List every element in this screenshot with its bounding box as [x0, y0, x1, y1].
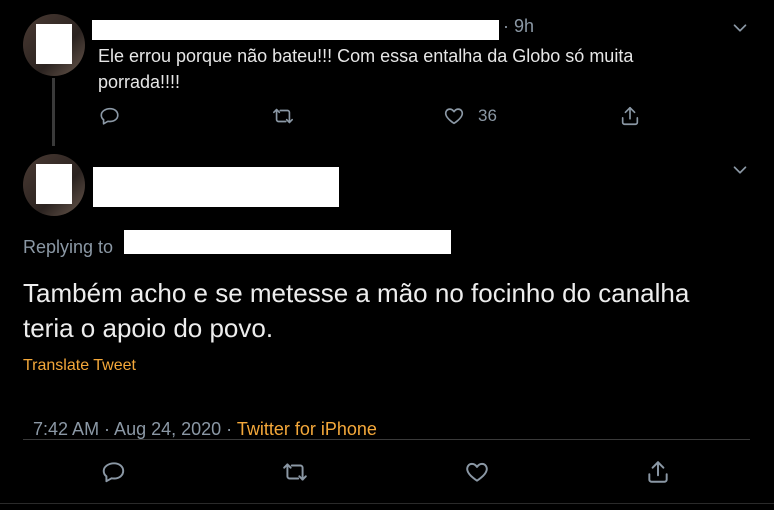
reply-icon: [102, 462, 125, 483]
heart-icon: [444, 108, 464, 125]
thread-line: [52, 78, 55, 146]
divider: [23, 439, 750, 440]
retweet-button[interactable]: [282, 459, 308, 485]
main-tweet-text-line-2: teria o apoio do povo.: [23, 313, 274, 343]
more-options-button[interactable]: [728, 16, 752, 40]
tweet-time-value: 9h: [514, 16, 535, 36]
redacted-avatar-block: [36, 164, 72, 204]
reply-tweet-text-line-1: Ele errou porque não bateu!!! Com essa e…: [98, 46, 634, 66]
redacted-replying-to-handle[interactable]: [124, 230, 451, 254]
retweet-icon: [273, 108, 293, 124]
tweet-source-link[interactable]: Twitter for iPhone: [237, 419, 377, 439]
redacted-avatar-block: [36, 24, 72, 64]
divider: [0, 503, 774, 504]
main-tweet-text-line-1: Também acho e se metesse a mão no focinh…: [23, 278, 690, 308]
share-icon: [621, 106, 639, 126]
reply-tweet-text: Ele errou porque não bateu!!! Com essa e…: [98, 43, 633, 95]
main-tweet-text: Também acho e se metesse a mão no focinh…: [23, 276, 689, 346]
tweet-meta: 7:42 AM · Aug 24, 2020 · Twitter for iPh…: [23, 398, 377, 440]
reply-button[interactable]: [98, 104, 122, 128]
reply-button[interactable]: [101, 459, 127, 485]
reply-icon: [100, 107, 119, 125]
like-count: 36: [478, 106, 497, 125]
retweet-button[interactable]: [271, 104, 295, 128]
redacted-username[interactable]: [92, 20, 499, 40]
share-icon: [648, 461, 668, 483]
heart-icon: [466, 462, 488, 482]
avatar[interactable]: [23, 154, 85, 216]
redacted-display-name[interactable]: [93, 167, 339, 207]
share-button[interactable]: [645, 459, 671, 485]
more-options-button[interactable]: [728, 158, 752, 182]
tweet-timestamp[interactable]: 7:42 AM · Aug 24, 2020 ·: [33, 419, 237, 439]
retweet-icon: [283, 463, 307, 481]
avatar[interactable]: [23, 14, 85, 76]
chevron-down-icon: [733, 24, 747, 32]
share-button[interactable]: [618, 104, 642, 128]
tweet-time[interactable]: · 9h: [503, 16, 534, 37]
replying-to-label: Replying to: [23, 237, 114, 257]
like-button[interactable]: [464, 459, 490, 485]
chevron-down-icon: [733, 166, 747, 174]
like-button[interactable]: [442, 104, 466, 128]
translate-tweet-link[interactable]: Translate Tweet: [23, 357, 136, 375]
reply-tweet-text-line-2: porrada!!!!: [98, 72, 181, 92]
